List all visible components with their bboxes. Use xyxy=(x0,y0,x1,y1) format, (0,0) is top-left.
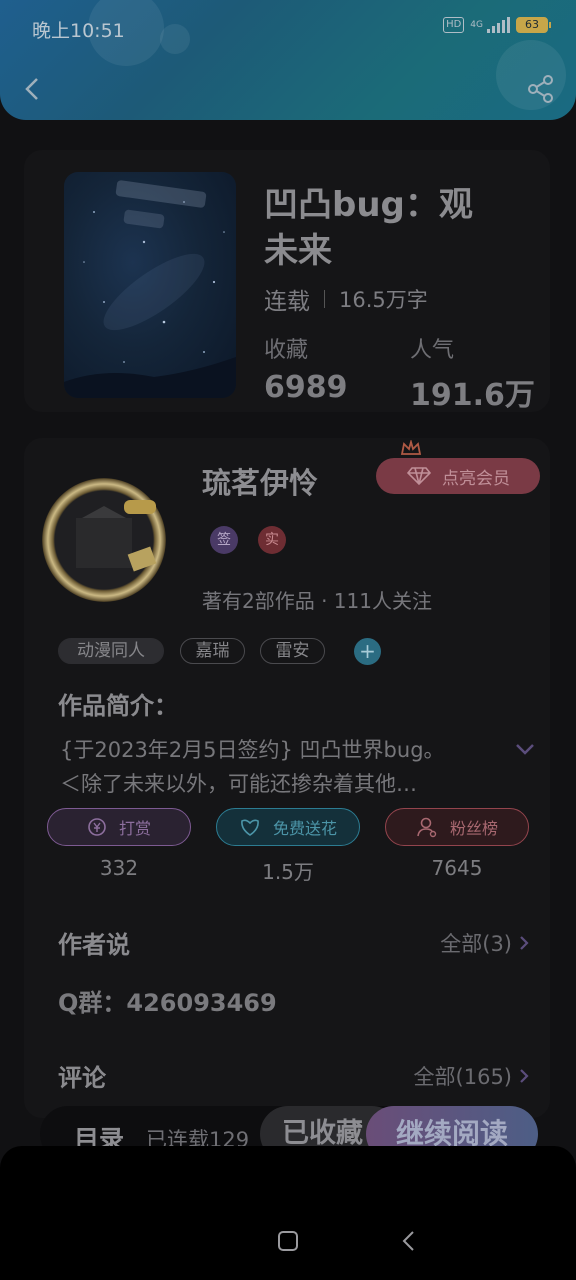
user-icon xyxy=(417,817,437,838)
author-works-info: 著有2部作品 · 111人关注 xyxy=(202,589,432,613)
chevron-right-icon xyxy=(520,1069,529,1083)
chevron-down-icon[interactable] xyxy=(514,742,536,756)
serial-status: 连载 xyxy=(264,289,310,315)
author-says-content: Q群：426093469 xyxy=(58,989,277,1017)
author-avatar[interactable] xyxy=(42,478,166,602)
verified-badge: 实 xyxy=(258,526,286,554)
author-says-more-label: 全部(3) xyxy=(440,932,512,956)
comments-more-label: 全部(165) xyxy=(413,1065,512,1089)
fan-count: 7645 xyxy=(431,856,483,880)
free-flower-label: 免费送花 xyxy=(272,819,337,838)
header-banner: 晚上10:51 HD 4G 63 xyxy=(0,0,576,120)
intro-title: 作品简介： xyxy=(58,692,178,720)
author-says-title: 作者说 xyxy=(58,931,130,959)
book-serial-info: 连载 16.5万字 xyxy=(264,282,428,316)
author-says-more-link[interactable]: 全部(3) xyxy=(440,928,530,958)
book-cover[interactable] xyxy=(64,172,236,398)
back-nav-icon[interactable] xyxy=(400,1230,418,1252)
favorites-value: 6989 xyxy=(264,370,348,405)
add-tag-button[interactable]: + xyxy=(354,638,381,665)
tip-button[interactable]: 打赏 xyxy=(47,808,191,846)
system-nav-bar xyxy=(0,1146,576,1280)
free-flower-button[interactable]: 免费送花 xyxy=(216,808,360,846)
signed-badge: 签 xyxy=(210,526,238,554)
crown-icon xyxy=(400,440,422,455)
tip-count: 332 xyxy=(99,856,139,880)
book-title: 凹凸bug：观未来 xyxy=(264,185,473,271)
coin-icon xyxy=(88,818,106,836)
share-icon[interactable] xyxy=(526,74,556,104)
word-count: 16.5万字 xyxy=(339,288,428,312)
flower-icon xyxy=(241,819,259,836)
comments-title: 评论 xyxy=(58,1064,106,1092)
activate-vip-button[interactable]: 点亮会员 xyxy=(376,458,540,494)
network-type: 4G xyxy=(470,19,483,30)
tag-chip[interactable]: 嘉瑞 xyxy=(180,638,245,664)
tag-chip[interactable]: 动漫同人 xyxy=(58,638,164,664)
tag-chip[interactable]: 雷安 xyxy=(260,638,325,664)
hd-icon: HD xyxy=(443,17,465,33)
intro-line: {于2023年2月5日签约} 凹凸世界bug。 xyxy=(60,738,445,762)
favorites-label: 收藏 xyxy=(264,338,309,363)
status-icons: HD 4G 63 xyxy=(443,17,551,33)
comments-more-link[interactable]: 全部(165) xyxy=(414,1061,530,1091)
popularity-label: 人气 xyxy=(410,338,455,363)
avatar-art xyxy=(76,500,157,572)
fan-ranking-button[interactable]: 粉丝榜 xyxy=(385,808,529,846)
chevron-right-icon xyxy=(520,936,529,950)
flower-count: 1.5万 xyxy=(262,860,314,884)
intro-text[interactable]: {于2023年2月5日签约} 凹凸世界bug。 ＜除了未来以外，可能还掺杂着其他… xyxy=(60,733,510,801)
battery-icon: 63 xyxy=(516,17,551,33)
vip-button-label: 点亮会员 xyxy=(442,468,510,489)
author-name[interactable]: 琉茗伊怜 xyxy=(202,460,318,502)
diamond-icon xyxy=(406,467,432,486)
chevron-left-icon[interactable] xyxy=(20,76,46,102)
tip-label: 打赏 xyxy=(118,819,151,838)
popularity-value: 191.6万 xyxy=(410,378,535,413)
divider xyxy=(324,290,325,308)
intro-line: ＜除了未来以外，可能还掺杂着其他… xyxy=(60,772,417,796)
cover-starfield xyxy=(64,180,236,398)
signal-icon xyxy=(487,17,510,33)
decor-bubble xyxy=(160,24,190,54)
recents-icon[interactable] xyxy=(277,1230,299,1252)
fan-ranking-label: 粉丝榜 xyxy=(449,819,498,838)
status-time: 晚上10:51 xyxy=(32,20,125,42)
